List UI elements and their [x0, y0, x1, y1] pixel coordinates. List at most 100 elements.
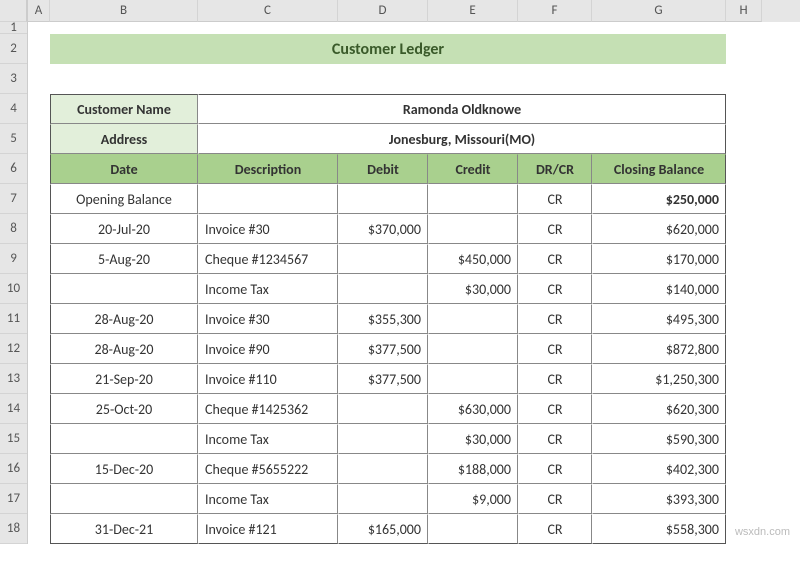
cell-drcr[interactable]: CR [518, 424, 592, 454]
cell-closing[interactable]: $620,000 [592, 214, 726, 244]
cell-debit[interactable]: $377,500 [338, 364, 428, 394]
cell[interactable] [726, 64, 762, 94]
col-header[interactable]: H [726, 0, 762, 22]
cell[interactable] [28, 184, 50, 214]
row-header[interactable]: 6 [0, 154, 27, 184]
cell-date[interactable] [50, 484, 198, 514]
cell-description[interactable]: Cheque #1425362 [198, 394, 338, 424]
cell-date[interactable]: 15-Dec-20 [50, 454, 198, 484]
th-description[interactable]: Description [198, 154, 338, 184]
row-header[interactable]: 13 [0, 364, 27, 394]
cell[interactable] [726, 334, 762, 364]
col-header[interactable]: F [518, 0, 592, 22]
page-title[interactable]: Customer Ledger [50, 34, 726, 64]
cell[interactable] [726, 214, 762, 244]
cell[interactable] [28, 484, 50, 514]
cell-description[interactable]: Income Tax [198, 424, 338, 454]
cell[interactable] [28, 244, 50, 274]
col-header[interactable]: A [28, 0, 50, 22]
cell-description[interactable]: Invoice #110 [198, 364, 338, 394]
cell[interactable] [28, 64, 50, 94]
row-header[interactable]: 2 [0, 34, 27, 64]
cell-closing[interactable]: $620,300 [592, 394, 726, 424]
col-header[interactable]: C [198, 0, 338, 22]
cell[interactable] [28, 304, 50, 334]
cell[interactable] [28, 124, 50, 154]
address-value[interactable]: Jonesburg, Missouri(MO) [198, 124, 726, 154]
col-header[interactable]: D [338, 0, 428, 22]
cell-closing[interactable]: $495,300 [592, 304, 726, 334]
cell-credit[interactable] [428, 514, 518, 544]
th-date[interactable]: Date [50, 154, 198, 184]
cell-drcr[interactable]: CR [518, 304, 592, 334]
corner-cell[interactable] [0, 0, 27, 22]
cell-date[interactable]: 31-Dec-21 [50, 514, 198, 544]
cell[interactable] [28, 394, 50, 424]
cell-credit[interactable]: $630,000 [428, 394, 518, 424]
cell[interactable] [726, 94, 762, 124]
cell-credit[interactable]: $9,000 [428, 484, 518, 514]
cell-description[interactable] [198, 184, 338, 214]
cell-date[interactable]: 5-Aug-20 [50, 244, 198, 274]
cell-description[interactable]: Cheque #1234567 [198, 244, 338, 274]
cell[interactable] [726, 184, 762, 214]
cell-date[interactable] [50, 424, 198, 454]
cell-debit[interactable]: $355,300 [338, 304, 428, 334]
col-header[interactable]: B [50, 0, 198, 22]
cell-date[interactable]: 25-Oct-20 [50, 394, 198, 424]
cell-credit[interactable] [428, 214, 518, 244]
cell-credit[interactable] [428, 364, 518, 394]
cell-closing[interactable]: $872,800 [592, 334, 726, 364]
cell-description[interactable]: Income Tax [198, 484, 338, 514]
address-label[interactable]: Address [50, 124, 198, 154]
cell-description[interactable]: Invoice #90 [198, 334, 338, 364]
cell-closing[interactable]: $558,300 [592, 514, 726, 544]
cell[interactable] [726, 22, 762, 34]
cell[interactable] [726, 304, 762, 334]
cell-description[interactable]: Invoice #30 [198, 304, 338, 334]
cell-drcr[interactable]: CR [518, 514, 592, 544]
cell[interactable] [726, 274, 762, 304]
row-header[interactable]: 10 [0, 274, 27, 304]
th-closing[interactable]: Closing Balance [592, 154, 726, 184]
cell[interactable] [28, 334, 50, 364]
cell-closing[interactable]: $140,000 [592, 274, 726, 304]
cell-date[interactable] [50, 274, 198, 304]
row-header[interactable]: 15 [0, 424, 27, 454]
cell[interactable] [726, 364, 762, 394]
cell-drcr[interactable]: CR [518, 454, 592, 484]
cell[interactable] [28, 364, 50, 394]
cell-drcr[interactable]: CR [518, 364, 592, 394]
cell-debit[interactable] [338, 454, 428, 484]
col-header[interactable]: G [592, 0, 726, 22]
cell[interactable] [28, 94, 50, 124]
col-header[interactable]: E [428, 0, 518, 22]
row-header[interactable]: 3 [0, 64, 27, 94]
th-drcr[interactable]: DR/CR [518, 154, 592, 184]
cell-credit[interactable] [428, 304, 518, 334]
row-header[interactable]: 5 [0, 124, 27, 154]
cell-credit[interactable] [428, 184, 518, 214]
th-debit[interactable]: Debit [338, 154, 428, 184]
cell-drcr[interactable]: CR [518, 484, 592, 514]
cell-debit[interactable] [338, 394, 428, 424]
cell-drcr[interactable]: CR [518, 214, 592, 244]
cell-date[interactable]: 20-Jul-20 [50, 214, 198, 244]
cell-debit[interactable] [338, 484, 428, 514]
cell[interactable] [726, 424, 762, 454]
cell-debit[interactable] [338, 274, 428, 304]
cell-debit[interactable]: $165,000 [338, 514, 428, 544]
cell-date[interactable]: 28-Aug-20 [50, 334, 198, 364]
row-header[interactable]: 9 [0, 244, 27, 274]
cell[interactable] [28, 154, 50, 184]
cell[interactable] [726, 484, 762, 514]
cell-drcr[interactable]: CR [518, 274, 592, 304]
cell-closing[interactable]: $1,250,300 [592, 364, 726, 394]
cell-closing[interactable]: $170,000 [592, 244, 726, 274]
row-header[interactable]: 16 [0, 454, 27, 484]
row-header[interactable]: 14 [0, 394, 27, 424]
cell-description[interactable]: Income Tax [198, 274, 338, 304]
cell[interactable] [726, 244, 762, 274]
cell[interactable] [726, 394, 762, 424]
cell-date[interactable]: Opening Balance [50, 184, 198, 214]
